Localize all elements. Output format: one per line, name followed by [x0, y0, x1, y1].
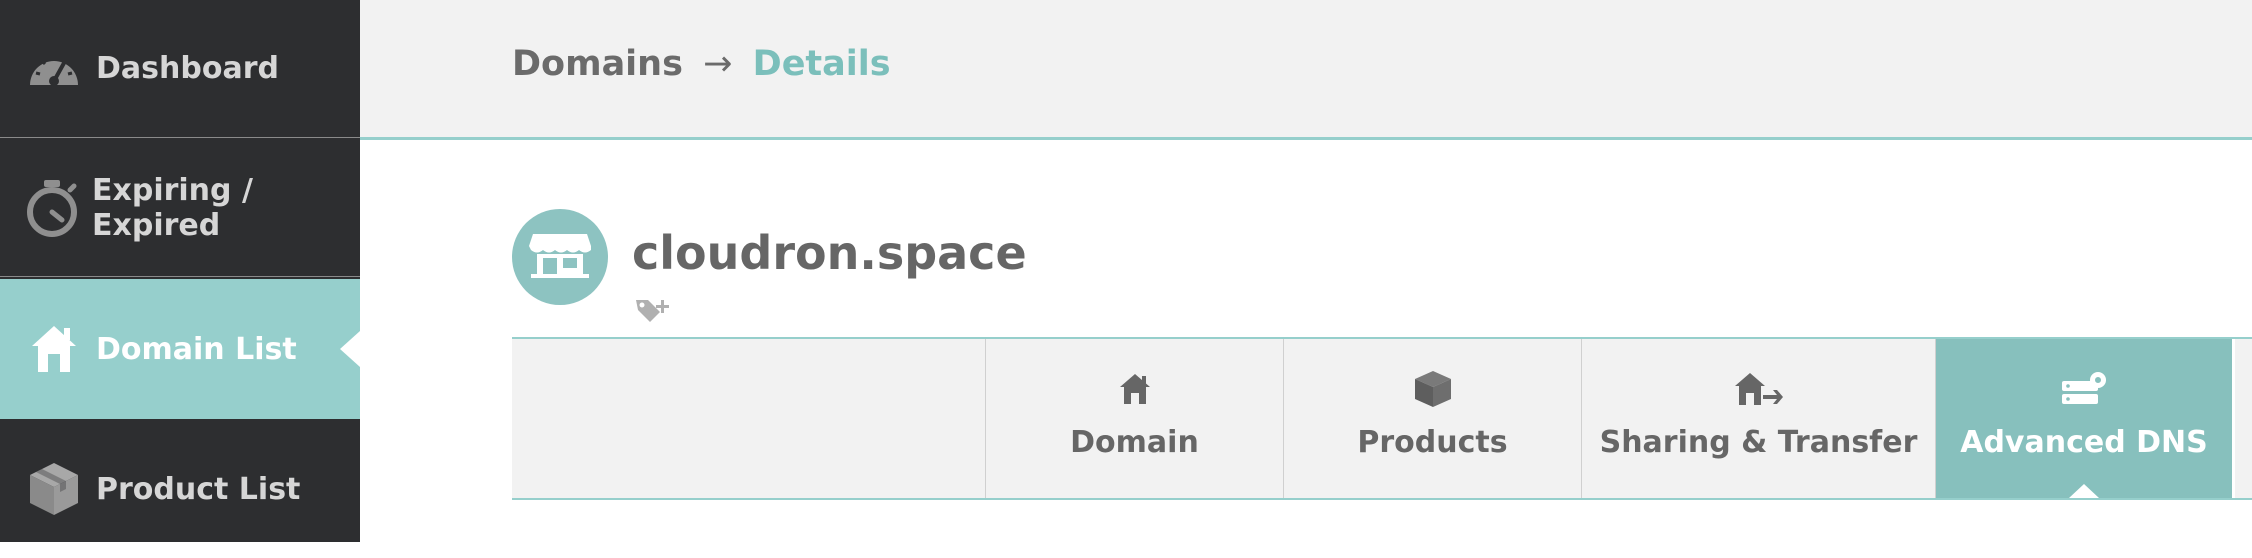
- breadcrumb-separator: →: [703, 44, 733, 84]
- home-icon: [1118, 369, 1152, 409]
- tab-label: Sharing & Transfer: [1599, 425, 1918, 460]
- sidebar-item-product-list[interactable]: Product List: [0, 420, 360, 558]
- tab-sharing-transfer[interactable]: Sharing & Transfer: [1582, 339, 1936, 498]
- storefront-icon: [529, 230, 591, 284]
- top-header: Domains → Details: [360, 0, 2252, 140]
- tab-tail: [2232, 339, 2252, 498]
- tab-advanced-dns[interactable]: Advanced DNS: [1936, 339, 2232, 498]
- tab-domain[interactable]: Domain: [986, 339, 1284, 498]
- tab-label: Products: [1357, 425, 1508, 460]
- home-share-icon: [1734, 369, 1783, 409]
- tab-label: Advanced DNS: [1960, 425, 2208, 460]
- tab-label: Domain: [1070, 425, 1199, 460]
- active-pointer: [340, 331, 360, 367]
- sidebar-item-dashboard[interactable]: Dashboard: [0, 0, 360, 138]
- sidebar-item-label: Dashboard: [96, 51, 279, 86]
- server-settings-icon: [2060, 369, 2108, 409]
- home-icon: [24, 319, 84, 379]
- sidebar-item-expiring[interactable]: Expiring / Expired: [0, 139, 360, 277]
- domain-tabs: Domain Products Sharing & Transfer Advan…: [512, 337, 2252, 500]
- sidebar-item-label: Domain List: [96, 331, 297, 367]
- breadcrumb-link-domains[interactable]: Domains: [512, 44, 683, 84]
- tab-products[interactable]: Products: [1284, 339, 1582, 498]
- stopwatch-icon: [24, 178, 80, 238]
- box-icon: [24, 459, 84, 519]
- active-tab-caret: [2069, 484, 2099, 498]
- breadcrumb-current: Details: [752, 44, 891, 84]
- tag-add-icon[interactable]: [634, 296, 672, 326]
- box-icon: [1413, 369, 1453, 409]
- tab-spacer: [512, 339, 986, 498]
- speedometer-icon: [24, 39, 84, 99]
- sidebar-item-label: Expiring / Expired: [92, 172, 253, 243]
- breadcrumb: Domains → Details: [512, 44, 891, 84]
- domain-avatar: [512, 209, 608, 305]
- sidebar-item-label: Product List: [96, 471, 301, 507]
- sidebar-item-domain-list[interactable]: Domain List: [0, 279, 360, 419]
- sidebar: Dashboard Expiring / Expired Domain List: [0, 0, 360, 542]
- domain-name: cloudron.space: [632, 226, 1027, 280]
